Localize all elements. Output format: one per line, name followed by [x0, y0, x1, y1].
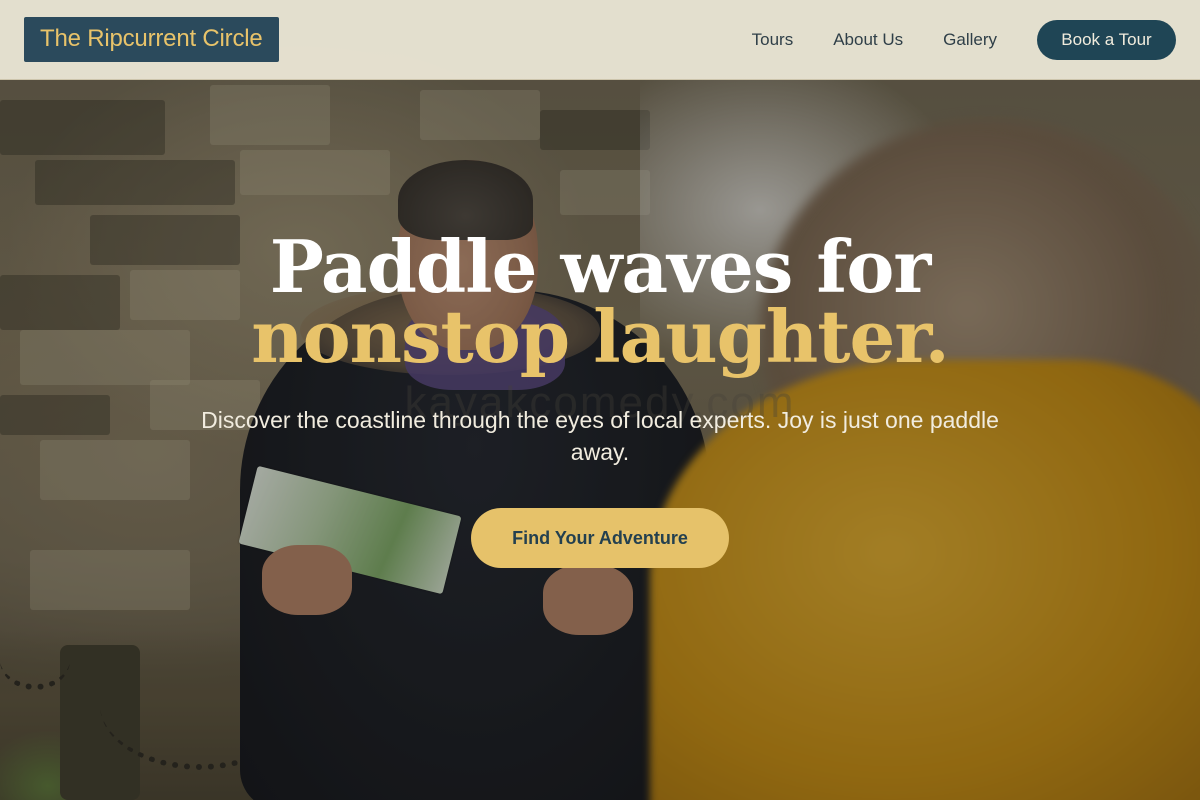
- find-your-adventure-button[interactable]: Find Your Adventure: [471, 508, 729, 568]
- hero-headline: Paddle waves for nonstop laughter.: [0, 224, 1200, 379]
- book-a-tour-button[interactable]: Book a Tour: [1037, 19, 1176, 60]
- hero-subtitle: Discover the coastline through the eyes …: [201, 407, 999, 465]
- nav-link-about-us[interactable]: About Us: [833, 30, 903, 50]
- headline-line-1: Paddle waves for: [269, 224, 932, 309]
- site-logo[interactable]: The Ripcurrent Circle: [24, 17, 279, 62]
- headline-line-2: nonstop laughter.: [251, 294, 949, 379]
- nav-link-tours[interactable]: Tours: [752, 30, 794, 50]
- hero-content: Paddle waves for nonstop laughter. Disco…: [0, 224, 1200, 568]
- nav-link-gallery[interactable]: Gallery: [943, 30, 997, 50]
- main-nav: Tours About Us Gallery Book a Tour: [752, 19, 1176, 60]
- site-header: The Ripcurrent Circle Tours About Us Gal…: [0, 0, 1200, 80]
